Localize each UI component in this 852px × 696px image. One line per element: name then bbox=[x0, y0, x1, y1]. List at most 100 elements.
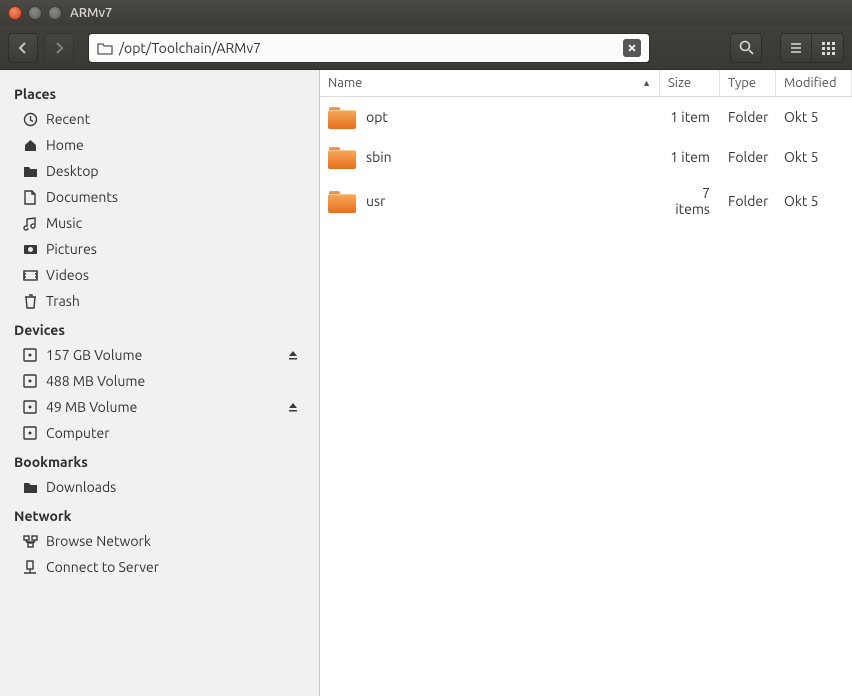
titlebar: ARMv7 bbox=[0, 0, 852, 26]
document-icon bbox=[22, 189, 38, 205]
sidebar-item-connect-to-server[interactable]: Connect to Server bbox=[0, 554, 319, 580]
column-name-label: Name bbox=[328, 76, 362, 90]
file-name: opt bbox=[366, 109, 388, 125]
forward-button[interactable] bbox=[44, 33, 74, 63]
location-bar[interactable] bbox=[88, 33, 650, 63]
folder-icon bbox=[22, 479, 38, 495]
sidebar-item-label: Desktop bbox=[46, 163, 99, 179]
file-size: 7 items bbox=[660, 181, 720, 221]
sidebar-item-label: Browse Network bbox=[46, 533, 151, 549]
search-icon bbox=[739, 40, 754, 55]
sidebar-item-label: 488 MB Volume bbox=[46, 373, 145, 389]
sidebar-item-music[interactable]: Music bbox=[0, 210, 319, 236]
file-modified: Okt 5 bbox=[776, 145, 852, 169]
disk-icon bbox=[22, 425, 38, 441]
disk-icon bbox=[22, 399, 38, 415]
file-type: Folder bbox=[720, 189, 776, 213]
folder-icon bbox=[328, 145, 356, 169]
sidebar-item-browse-network[interactable]: Browse Network bbox=[0, 528, 319, 554]
search-button[interactable] bbox=[730, 33, 762, 63]
network-header: Network bbox=[0, 500, 319, 528]
devices-header: Devices bbox=[0, 314, 319, 342]
folder-icon bbox=[97, 40, 113, 56]
window-minimize-button[interactable] bbox=[28, 6, 42, 20]
sidebar-item-label: Documents bbox=[46, 189, 118, 205]
trash-icon bbox=[22, 293, 38, 309]
sidebar-item-desktop[interactable]: Desktop bbox=[0, 158, 319, 184]
file-modified: Okt 5 bbox=[776, 189, 852, 213]
sidebar-item-label: Recent bbox=[46, 111, 90, 127]
places-header: Places bbox=[0, 78, 319, 106]
disk-icon bbox=[22, 347, 38, 363]
column-type[interactable]: Type bbox=[720, 70, 776, 96]
window-controls bbox=[8, 6, 62, 20]
file-list: Name ▲ Size Type Modified opt1 itemFolde… bbox=[320, 70, 852, 696]
column-headers: Name ▲ Size Type Modified bbox=[320, 70, 852, 97]
sidebar-item-pictures[interactable]: Pictures bbox=[0, 236, 319, 262]
column-size[interactable]: Size bbox=[660, 70, 720, 96]
file-type: Folder bbox=[720, 145, 776, 169]
sidebar-item-trash[interactable]: Trash bbox=[0, 288, 319, 314]
camera-icon bbox=[22, 241, 38, 257]
file-type: Folder bbox=[720, 105, 776, 129]
file-row[interactable]: usr 7 itemsFolderOkt 5 bbox=[320, 177, 852, 225]
path-input[interactable] bbox=[119, 40, 617, 56]
file-name: sbin bbox=[366, 149, 392, 165]
server-icon bbox=[22, 559, 38, 575]
sidebar-item-downloads[interactable]: Downloads bbox=[0, 474, 319, 500]
music-icon bbox=[22, 215, 38, 231]
back-button[interactable] bbox=[8, 33, 38, 63]
sidebar-item-label: Trash bbox=[46, 293, 80, 309]
folder-icon bbox=[328, 189, 356, 213]
file-modified: Okt 5 bbox=[776, 105, 852, 129]
view-controls bbox=[780, 33, 844, 63]
window-close-button[interactable] bbox=[8, 6, 22, 20]
eject-button[interactable] bbox=[285, 399, 301, 415]
sidebar-item-label: Computer bbox=[46, 425, 110, 441]
chevron-right-icon bbox=[53, 42, 65, 54]
sidebar-item-label: Videos bbox=[46, 267, 89, 283]
sidebar-item-label: 157 GB Volume bbox=[46, 347, 142, 363]
sidebar-item-label: Music bbox=[46, 215, 82, 231]
sidebar-item-157-gb-volume[interactable]: 157 GB Volume bbox=[0, 342, 319, 368]
folder-icon bbox=[22, 163, 38, 179]
file-name: usr bbox=[366, 193, 385, 209]
sidebar-item-488-mb-volume[interactable]: 488 MB Volume bbox=[0, 368, 319, 394]
hamburger-icon bbox=[789, 41, 803, 55]
window-maximize-button[interactable] bbox=[48, 6, 62, 20]
sidebar-item-label: Connect to Server bbox=[46, 559, 159, 575]
folder-icon bbox=[328, 105, 356, 129]
view-grid-button[interactable] bbox=[812, 33, 844, 63]
clear-path-button[interactable] bbox=[623, 39, 641, 57]
clear-icon bbox=[627, 43, 637, 53]
toolbar bbox=[0, 26, 852, 70]
menu-button[interactable] bbox=[780, 33, 812, 63]
sidebar-item-label: 49 MB Volume bbox=[46, 399, 137, 415]
home-icon bbox=[22, 137, 38, 153]
sidebar: Places Recent Home Desktop Documents Music Pi… bbox=[0, 70, 320, 696]
sidebar-item-label: Home bbox=[46, 137, 84, 153]
file-size: 1 item bbox=[660, 105, 720, 129]
video-icon bbox=[22, 267, 38, 283]
column-modified[interactable]: Modified bbox=[776, 70, 852, 96]
file-row[interactable]: opt 1 itemFolderOkt 5 bbox=[320, 97, 852, 137]
window-title: ARMv7 bbox=[70, 6, 112, 20]
clock-icon bbox=[22, 111, 38, 127]
sort-ascending-icon: ▲ bbox=[642, 78, 651, 88]
sidebar-item-videos[interactable]: Videos bbox=[0, 262, 319, 288]
eject-button[interactable] bbox=[285, 347, 301, 363]
sidebar-item-documents[interactable]: Documents bbox=[0, 184, 319, 210]
sidebar-item-recent[interactable]: Recent bbox=[0, 106, 319, 132]
column-name[interactable]: Name ▲ bbox=[320, 70, 660, 96]
sidebar-item-49-mb-volume[interactable]: 49 MB Volume bbox=[0, 394, 319, 420]
grid-icon bbox=[821, 41, 835, 55]
network-icon bbox=[22, 533, 38, 549]
bookmarks-header: Bookmarks bbox=[0, 446, 319, 474]
file-size: 1 item bbox=[660, 145, 720, 169]
disk-icon bbox=[22, 373, 38, 389]
file-row[interactable]: sbin 1 itemFolderOkt 5 bbox=[320, 137, 852, 177]
sidebar-item-home[interactable]: Home bbox=[0, 132, 319, 158]
sidebar-item-computer[interactable]: Computer bbox=[0, 420, 319, 446]
chevron-left-icon bbox=[17, 42, 29, 54]
sidebar-item-label: Downloads bbox=[46, 479, 116, 495]
